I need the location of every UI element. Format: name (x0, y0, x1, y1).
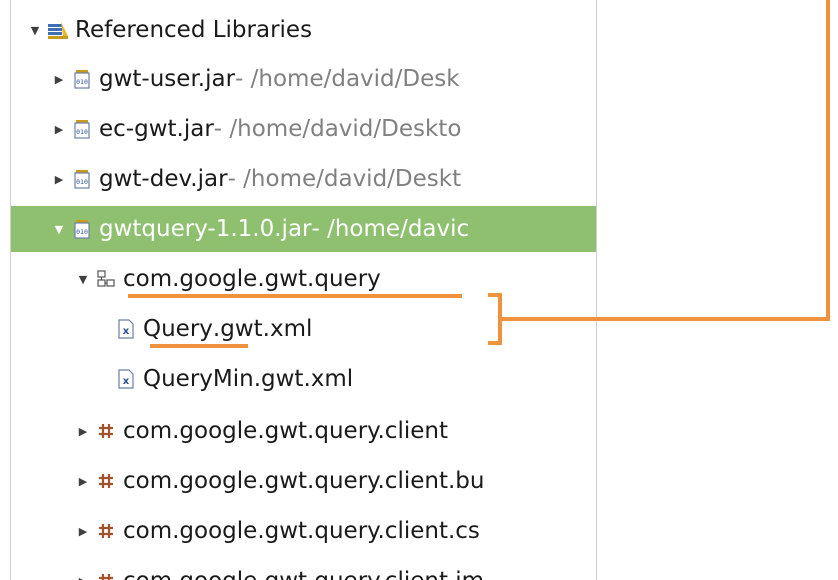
tree-node-label: com.google.gwt.query.client (123, 418, 448, 444)
tree-node-label: com.google.gwt.query (123, 266, 381, 292)
tree-node-label: com.google.gwt.query.client.im (123, 568, 484, 580)
tree-node-file-query-gwt-xml[interactable]: x Query .gwt.xml (11, 306, 596, 352)
xml-file-icon: x (115, 367, 137, 391)
collapsed-triangle-icon[interactable]: ▶ (75, 575, 91, 580)
svg-text:010: 010 (76, 78, 88, 86)
tree-node-jar-gwt-dev[interactable]: ▶ 010 gwt-dev.jar - /home/david/Deskt (11, 156, 596, 202)
tree-node-package[interactable]: ▶ com.google.gwt.query.client.cs (11, 508, 596, 554)
collapsed-triangle-icon[interactable]: ▶ (75, 475, 91, 488)
callout-connector-horizontal (502, 317, 830, 321)
tree-node-jar-ec-gwt[interactable]: ▶ 010 ec-gwt.jar - /home/david/Deskto (11, 106, 596, 152)
svg-text:010: 010 (76, 178, 88, 186)
library-icon (47, 18, 69, 42)
package-icon (95, 569, 117, 580)
tree-node-label: com.google.gwt.query.client.bu (123, 468, 485, 494)
callout-bracket-bottom (488, 341, 502, 345)
package-folder-icon (95, 267, 117, 291)
tree-node-jar-gwt-user[interactable]: ▶ 010 gwt-user.jar - /home/david/Desk (11, 56, 596, 102)
file-name-prefix: Query (143, 316, 213, 342)
tree-node-referenced-libraries[interactable]: ▼ Referenced Libraries (11, 7, 596, 53)
jar-icon: 010 (71, 217, 93, 241)
jar-icon: 010 (71, 167, 93, 191)
tree-node-file-querymin-gwt-xml[interactable]: x QueryMin.gwt.xml (11, 356, 596, 402)
tree-node-label: com.google.gwt.query.client.cs (123, 518, 480, 544)
collapsed-triangle-icon[interactable]: ▶ (75, 525, 91, 538)
svg-text:x: x (123, 376, 130, 387)
jar-path: - /home/davic (311, 216, 470, 242)
xml-file-icon: x (115, 317, 137, 341)
jar-path: - /home/david/Desk (235, 66, 460, 92)
collapsed-triangle-icon[interactable]: ▶ (51, 123, 67, 136)
jar-path: - /home/david/Deskt (227, 166, 462, 192)
collapsed-triangle-icon[interactable]: ▶ (51, 173, 67, 186)
package-icon (95, 469, 117, 493)
tree-node-jar-gwtquery[interactable]: ▼ 010 gwtquery-1.1.0.jar - /home/davic (11, 206, 596, 252)
jar-icon: 010 (71, 67, 93, 91)
collapsed-triangle-icon[interactable]: ▶ (51, 73, 67, 86)
jar-name: gwtquery-1.1.0.jar (99, 216, 312, 242)
package-icon (95, 519, 117, 543)
tree-node-label: QueryMin.gwt.xml (143, 366, 354, 392)
file-name-suffix: .gwt.xml (212, 316, 313, 342)
callout-underline-query (150, 344, 248, 348)
expanded-triangle-icon[interactable]: ▼ (27, 24, 43, 37)
svg-text:x: x (123, 326, 130, 337)
callout-connector-vertical (826, 0, 830, 321)
tree-node-label: Referenced Libraries (75, 17, 313, 43)
expanded-triangle-icon[interactable]: ▼ (75, 273, 91, 286)
svg-text:010: 010 (76, 228, 88, 236)
jar-name: gwt-user.jar (99, 66, 236, 92)
package-explorer-tree: ▼ Referenced Libraries ▶ 010 gwt-user.ja… (10, 0, 597, 580)
tree-node-package[interactable]: ▶ com.google.gwt.query.client.bu (11, 458, 596, 504)
package-icon (95, 419, 117, 443)
expanded-triangle-icon[interactable]: ▼ (51, 223, 67, 236)
collapsed-triangle-icon[interactable]: ▶ (75, 425, 91, 438)
jar-icon: 010 (71, 117, 93, 141)
jar-path: - /home/david/Deskto (213, 116, 462, 142)
callout-underline-folder (128, 294, 462, 298)
svg-text:010: 010 (76, 128, 88, 136)
tree-node-package[interactable]: ▶ com.google.gwt.query.client (11, 408, 596, 454)
jar-name: ec-gwt.jar (99, 116, 214, 142)
jar-name: gwt-dev.jar (99, 166, 228, 192)
tree-node-package[interactable]: ▶ com.google.gwt.query.client.im (11, 558, 596, 580)
